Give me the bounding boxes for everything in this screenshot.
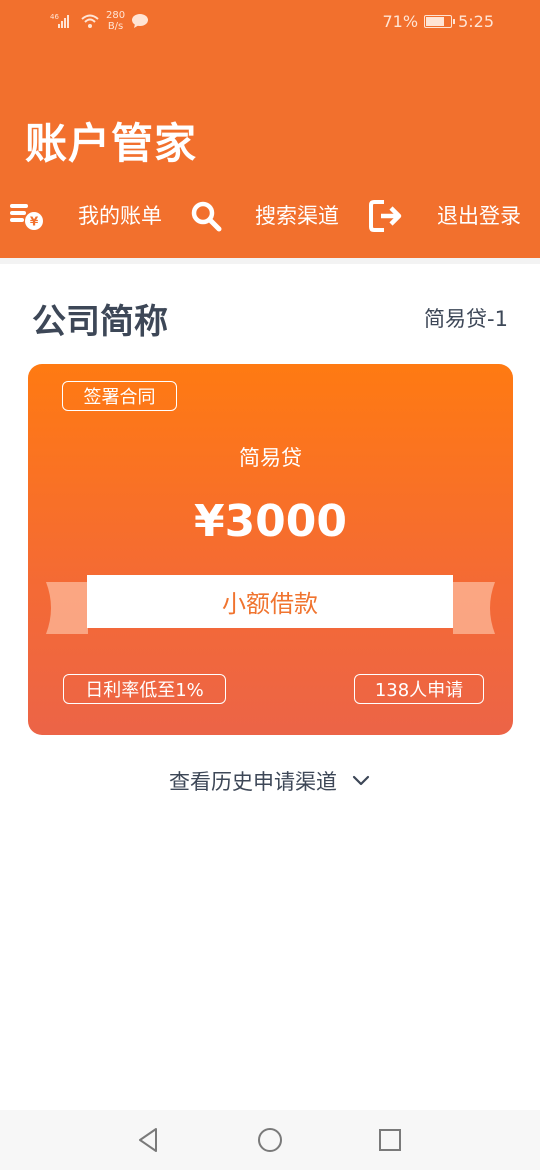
status-right: 71% 5:25	[383, 12, 495, 31]
recents-square-icon[interactable]	[374, 1124, 406, 1156]
status-left: 46 280 B/s	[50, 10, 149, 32]
loan-type-ribbon: 小额借款	[87, 575, 453, 628]
loan-product-name: 简易贷	[239, 446, 302, 470]
signal-icon: 46	[50, 13, 69, 28]
loan-amount: ¥3000	[193, 496, 348, 547]
rate-badge: 日利率低至1%	[63, 674, 226, 704]
applicants-badge: 138人申请	[354, 674, 484, 704]
nav-search-channels[interactable]: 搜索渠道	[255, 190, 339, 240]
chevron-down-icon	[352, 775, 370, 786]
page-title: 账户管家	[25, 119, 198, 168]
nav-logout[interactable]: 退出登录	[437, 190, 521, 240]
network-speed-value: 280	[106, 10, 126, 21]
nav-logout-label: 退出登录	[437, 204, 521, 228]
svg-text:46: 46	[50, 13, 59, 21]
app-header: 46 280 B/s 71% 5:25 账户管家 ¥ 我的账单 搜索渠道 退出登…	[0, 0, 540, 258]
nav-my-bills-label: 我的账单	[78, 204, 162, 228]
back-triangle-icon[interactable]	[134, 1124, 166, 1156]
clock: 5:25	[458, 12, 494, 31]
view-history-link[interactable]: 查看历史申请渠道	[0, 766, 540, 796]
contract-badge[interactable]: 签署合同	[62, 381, 177, 411]
logout-icon[interactable]	[368, 198, 404, 234]
view-history-label: 查看历史申请渠道	[169, 770, 337, 794]
home-circle-icon[interactable]	[254, 1124, 286, 1156]
rate-badge-label: 日利率低至1%	[85, 680, 204, 701]
nav-search-channels-label: 搜索渠道	[255, 204, 339, 228]
search-icon[interactable]	[188, 198, 224, 234]
bill-coins-icon: ¥	[10, 204, 43, 230]
network-speed-unit: B/s	[107, 21, 124, 32]
company-name: 公司简称	[32, 302, 168, 342]
wifi-icon	[81, 14, 99, 28]
system-nav-bar	[0, 1110, 540, 1170]
network-speed: 280 B/s	[106, 10, 125, 32]
nav-my-bills[interactable]: 我的账单	[78, 190, 162, 240]
contract-badge-label: 签署合同	[83, 387, 156, 408]
battery-percent: 71%	[382, 12, 419, 31]
svg-text:¥: ¥	[30, 215, 39, 229]
chat-bubble-icon	[132, 14, 149, 28]
battery-icon	[424, 15, 456, 28]
applicants-badge-label: 138人申请	[374, 680, 464, 701]
loan-card[interactable]: 签署合同 简易贷 ¥3000 小额借款 日利率低至1% 138人申请	[28, 364, 513, 735]
loan-type-label: 小额借款	[222, 590, 318, 618]
status-bar: 46 280 B/s 71% 5:25	[0, 0, 540, 42]
header-nav: ¥ 我的账单 搜索渠道 退出登录	[0, 190, 540, 240]
product-tag: 简易贷-1	[424, 307, 508, 331]
section-divider	[0, 258, 540, 264]
